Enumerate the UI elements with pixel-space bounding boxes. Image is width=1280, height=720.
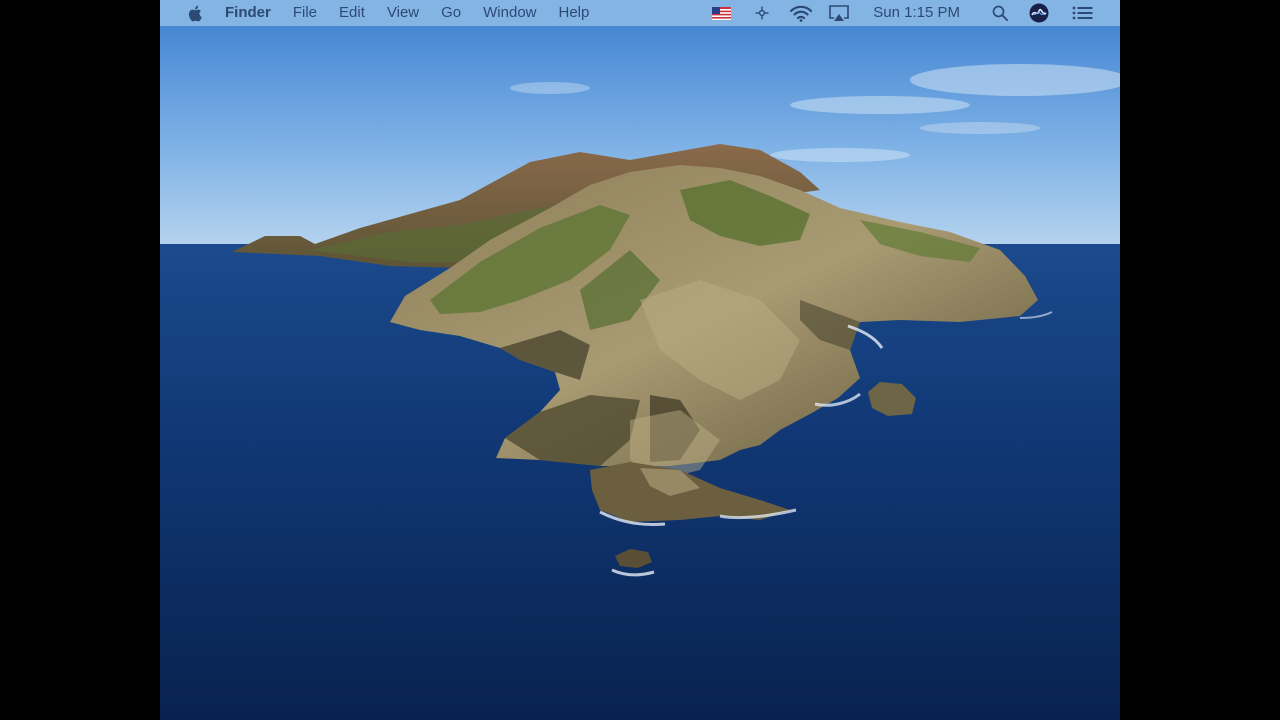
airplay-icon[interactable] [826,0,852,26]
menu-bar-left: Finder File Edit View Go Window Help [160,0,600,26]
menu-help[interactable]: Help [548,0,601,26]
menu-go[interactable]: Go [430,0,472,26]
flag-us-icon[interactable] [710,0,732,26]
menu-bar-extras: Sun 1:15 PM [710,0,1120,26]
accessibility-icon[interactable] [754,0,770,26]
clock[interactable]: Sun 1:15 PM [873,0,960,26]
desktop: Finder File Edit View Go Window Help Sun… [160,0,1120,720]
menu-app-finder[interactable]: Finder [225,0,282,26]
menu-window[interactable]: Window [472,0,547,26]
menu-file[interactable]: File [282,0,328,26]
siri-icon[interactable] [1029,0,1049,26]
list-icon[interactable] [1071,0,1093,26]
desktop-wallpaper [160,0,1120,720]
apple-logo-icon[interactable] [184,0,204,26]
wifi-icon[interactable] [788,0,814,26]
search-icon[interactable] [990,0,1010,26]
menu-view[interactable]: View [376,0,430,26]
menu-edit[interactable]: Edit [328,0,376,26]
menu-bar: Finder File Edit View Go Window Help Sun… [160,0,1120,26]
